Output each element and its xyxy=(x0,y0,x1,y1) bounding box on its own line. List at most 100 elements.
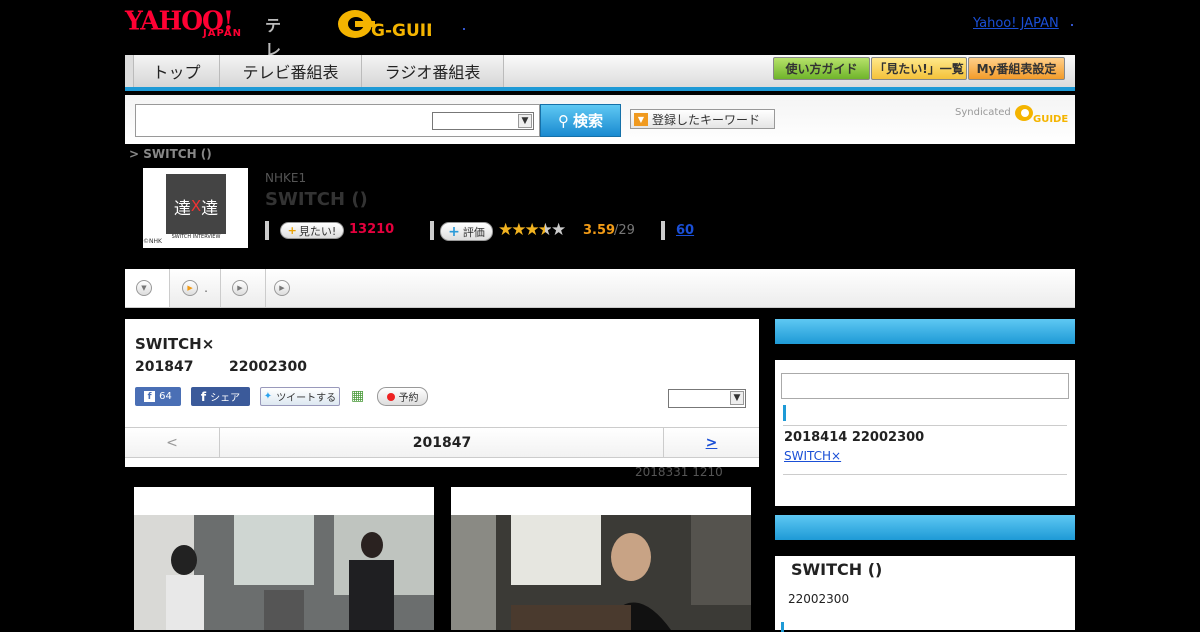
episode-time: 22002300 xyxy=(229,359,307,375)
thumbnail-text: 達 xyxy=(173,198,191,219)
photo-image xyxy=(134,515,434,630)
rating-stars: ★★★★★ xyxy=(498,220,566,240)
sidebar-entry-link-text: SWITCH× xyxy=(784,449,842,463)
divider-bar xyxy=(661,221,665,240)
tab-episodes[interactable]: ▶ xyxy=(221,269,266,307)
episode-select[interactable]: ▼ xyxy=(668,389,746,408)
search-button-label: 検索 xyxy=(572,112,603,130)
sidebar-program-time: 22002300 xyxy=(788,592,850,606)
sidebar-entry-link[interactable]: SWITCH× xyxy=(784,449,903,463)
pager-prev-button[interactable]: < xyxy=(125,428,220,457)
episode-title: SWITCH× xyxy=(135,335,215,353)
search-icon: ⚲ xyxy=(557,111,569,130)
nav-tab-top[interactable]: トップ xyxy=(134,55,220,87)
sidebar-search-input[interactable] xyxy=(781,373,1069,399)
tweet-button[interactable]: ✦ ツイートする xyxy=(260,387,340,406)
play-icon: ▶ xyxy=(182,280,199,296)
reviews-link[interactable]: 60 xyxy=(676,223,694,238)
tab-label: . xyxy=(204,281,208,295)
divider xyxy=(783,425,1067,426)
thumbnail-image: 達 X 達 xyxy=(166,174,226,238)
rating-score: 3.59 xyxy=(583,223,616,238)
separator-dot xyxy=(463,28,465,30)
search-button[interactable]: ⚲ 検索 xyxy=(540,104,621,137)
star-empty-icon: ★ xyxy=(551,220,566,240)
tab-cast[interactable]: ▶ . xyxy=(170,269,221,307)
half-star-icon: ★ xyxy=(537,220,553,240)
updated-timestamp: 2018331 1210 xyxy=(635,465,723,479)
tab-details[interactable]: ▼ xyxy=(125,269,170,307)
rate-button[interactable]: + 評価 xyxy=(440,222,493,241)
sidebar-header xyxy=(775,319,1075,344)
sidebar-search-panel: 2018414 22002300 SWITCH× xyxy=(775,319,1075,506)
gguide-logo: G-GUIDE xyxy=(338,10,431,40)
star-icon: ★ xyxy=(511,220,526,240)
facebook-icon: f xyxy=(144,391,156,402)
tab-related[interactable]: ▶ xyxy=(266,269,304,307)
want-to-watch-count: 13210 xyxy=(349,222,395,237)
watchlist-button[interactable]: 「見たい!」一覧 xyxy=(871,57,967,80)
episode-photo[interactable] xyxy=(451,487,751,630)
search-band: ▼ ⚲ 検索 ▼ 登録したキーワード Syndicated GUIDE xyxy=(125,95,1075,144)
episode-date: 201847 xyxy=(135,359,194,375)
guide-button[interactable]: 使い方ガイド xyxy=(773,57,870,80)
nav-tab-tv-schedule[interactable]: テレビ番組表 xyxy=(220,55,362,87)
pager-current: 201847 xyxy=(412,434,472,451)
program-title: SWITCH () xyxy=(265,189,368,210)
calendar-add-icon[interactable]: ▦ xyxy=(351,388,367,404)
reserve-button[interactable]: 予約 xyxy=(377,387,428,406)
episode-panel: SWITCH× 201847 22002300 f 64 f シェア ✦ ツイー… xyxy=(125,319,759,467)
pager-next-button[interactable]: > xyxy=(663,428,759,457)
sidebar-subheader xyxy=(775,540,1075,556)
plus-icon: + xyxy=(448,223,460,240)
chevron-down-icon: ▼ xyxy=(730,391,744,405)
episode-pager: < 201847 > xyxy=(125,427,759,458)
facebook-share-label: シェア xyxy=(210,393,241,404)
divider-bar xyxy=(430,221,434,240)
sidebar-program-panel: SWITCH () 22002300 xyxy=(775,515,1075,632)
program-tabs: ▼ ▶ . ▶ ▶ xyxy=(125,269,1075,308)
twitter-icon: ✦ xyxy=(263,391,273,402)
thumbnail-x: X xyxy=(190,197,202,215)
saved-keywords-button[interactable]: ▼ 登録したキーワード xyxy=(630,109,775,129)
facebook-share-button[interactable]: f シェア xyxy=(191,387,250,406)
sidebar-subheader xyxy=(775,344,1075,360)
search-category-select[interactable]: ▼ xyxy=(432,112,534,130)
reserve-label: 予約 xyxy=(398,393,419,404)
gguide-logo-text: G-GUIDE xyxy=(371,21,431,40)
thumbnail-credit: ©NHK xyxy=(143,238,162,245)
chevron-down-icon: ▼ xyxy=(518,114,532,128)
section-marker xyxy=(783,405,786,421)
thumbnail-text: 達 xyxy=(201,198,219,219)
facebook-icon: f xyxy=(200,389,207,404)
section-marker xyxy=(781,622,784,632)
sidebar-program-title: SWITCH () xyxy=(791,560,883,579)
rate-label: 評価 xyxy=(462,225,485,239)
global-nav: トップ テレビ番組表 ラジオ番組表 使い方ガイド 「見たい!」一覧 My番組表設… xyxy=(125,55,1075,91)
nav-tab-radio-schedule[interactable]: ラジオ番組表 xyxy=(362,55,504,87)
gguide-small-logo: GUIDE xyxy=(1015,105,1068,125)
japan-logo-text: JAPAN xyxy=(203,28,242,39)
play-icon: ▶ xyxy=(274,280,290,296)
want-to-watch-button[interactable]: + 見たい! xyxy=(280,222,344,239)
thumbnail-caption: SWITCH INTERVIEW xyxy=(166,234,226,240)
episode-photo[interactable] xyxy=(134,487,434,630)
tweet-label: ツイートする xyxy=(276,393,337,404)
separator-dot xyxy=(1071,24,1073,26)
arrow-down-icon: ▼ xyxy=(634,112,648,126)
channel-name: NHKE1 xyxy=(265,171,307,185)
program-thumbnail: 達 X 達 SWITCH INTERVIEW ©NHK xyxy=(143,168,248,248)
facebook-like-button[interactable]: f 64 xyxy=(135,387,181,406)
saved-keywords-label: 登録したキーワード xyxy=(652,112,761,127)
record-icon xyxy=(386,392,395,401)
breadcrumb: > SWITCH () xyxy=(129,147,212,161)
want-to-watch-label: 見たい! xyxy=(298,224,337,238)
facebook-like-count: 64 xyxy=(159,391,172,402)
play-icon: ▶ xyxy=(232,280,248,296)
chevron-down-icon: ▼ xyxy=(136,280,152,296)
my-schedule-settings-button[interactable]: My番組表設定 xyxy=(968,57,1065,80)
star-icon: ★ xyxy=(498,220,513,240)
nav-edge xyxy=(125,55,134,87)
sidebar-entry-date: 2018414 22002300 xyxy=(784,430,925,445)
yahoo-japan-link[interactable]: Yahoo! JAPAN xyxy=(973,16,1059,31)
